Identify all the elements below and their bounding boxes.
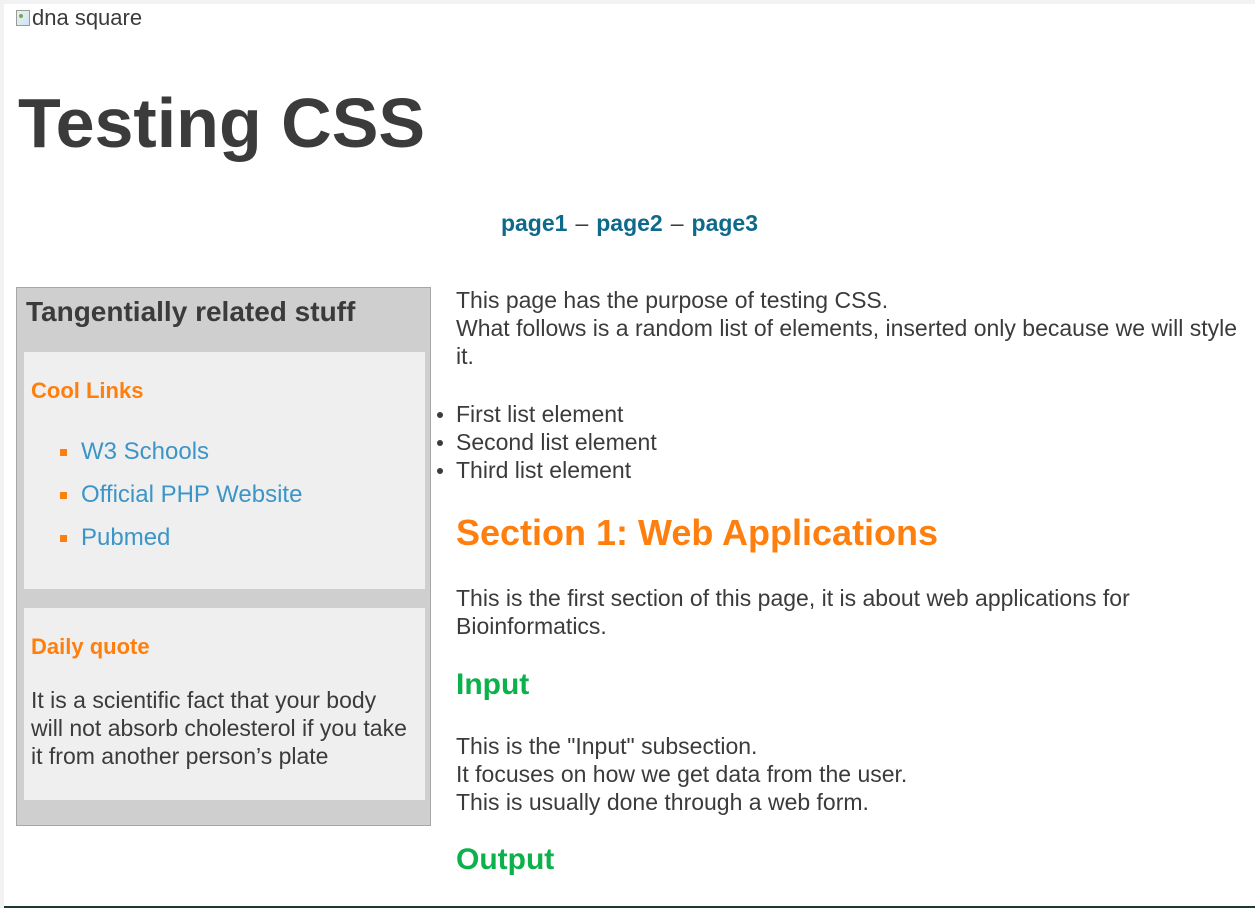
input-subsection-text: This is the "Input" subsection. It focus… <box>456 732 907 816</box>
list-item: Official PHP Website <box>60 479 302 522</box>
intro-line-1: This page has the purpose of testing CSS… <box>456 287 889 313</box>
list-item: Pubmed <box>60 522 302 565</box>
page-title: Testing CSS <box>18 84 426 162</box>
cool-links-list: W3 Schools Official PHP Website Pubmed <box>60 436 302 565</box>
nav-link-page2[interactable]: page2 <box>596 210 662 236</box>
top-nav: page1– page2– page3 <box>4 209 1255 237</box>
header-image-alt: dna square <box>32 5 143 30</box>
page: dna square Testing CSS page1– page2– page3… <box>4 4 1255 908</box>
sidebar-heading: Tangentially related stuff <box>26 296 356 327</box>
header-image: dna square <box>16 6 142 30</box>
cool-links-box: Cool Links W3 Schools Official PHP Websi… <box>24 352 425 589</box>
link-pubmed[interactable]: Pubmed <box>81 524 170 551</box>
section-1-title: Section 1: Web Applications <box>456 512 939 553</box>
list-item: First list element <box>437 400 657 428</box>
broken-image-icon <box>16 10 30 26</box>
nav-separator: – <box>670 210 684 236</box>
link-w3-schools[interactable]: W3 Schools <box>81 438 209 465</box>
intro-line-2: What follows is a random list of element… <box>456 315 1238 369</box>
list-item: Second list element <box>437 429 657 455</box>
output-subsection-title: Output <box>456 843 555 876</box>
daily-quote-text: It is a scientific fact that your body w… <box>31 687 407 769</box>
input-line-3: This is usually done through a web form. <box>456 789 869 815</box>
nav-link-page1[interactable]: page1 <box>501 210 567 236</box>
main-content: This page has the purpose of testing CSS… <box>437 286 1246 876</box>
link-official-php-website[interactable]: Official PHP Website <box>81 481 302 508</box>
random-list: First list element Second list element T… <box>437 400 657 484</box>
nav-separator: – <box>575 210 589 236</box>
sidebar: Tangentially related stuff Cool Links W3… <box>16 287 431 826</box>
list-item: W3 Schools <box>60 436 302 479</box>
list-item: Third list element <box>437 456 657 484</box>
input-line-2: It focuses on how we get data from the u… <box>456 761 908 787</box>
cool-links-heading: Cool Links <box>31 378 144 403</box>
input-subsection-title: Input <box>456 668 530 701</box>
nav-link-page3[interactable]: page3 <box>692 210 758 236</box>
input-line-1: This is the "Input" subsection. <box>456 733 758 759</box>
daily-quote-heading: Daily quote <box>31 634 150 659</box>
section-1-text: This is the first section of this page, … <box>456 585 1130 639</box>
daily-quote-box: Daily quote It is a scientific fact that… <box>24 608 425 800</box>
intro-text: This page has the purpose of testing CSS… <box>456 286 1246 370</box>
